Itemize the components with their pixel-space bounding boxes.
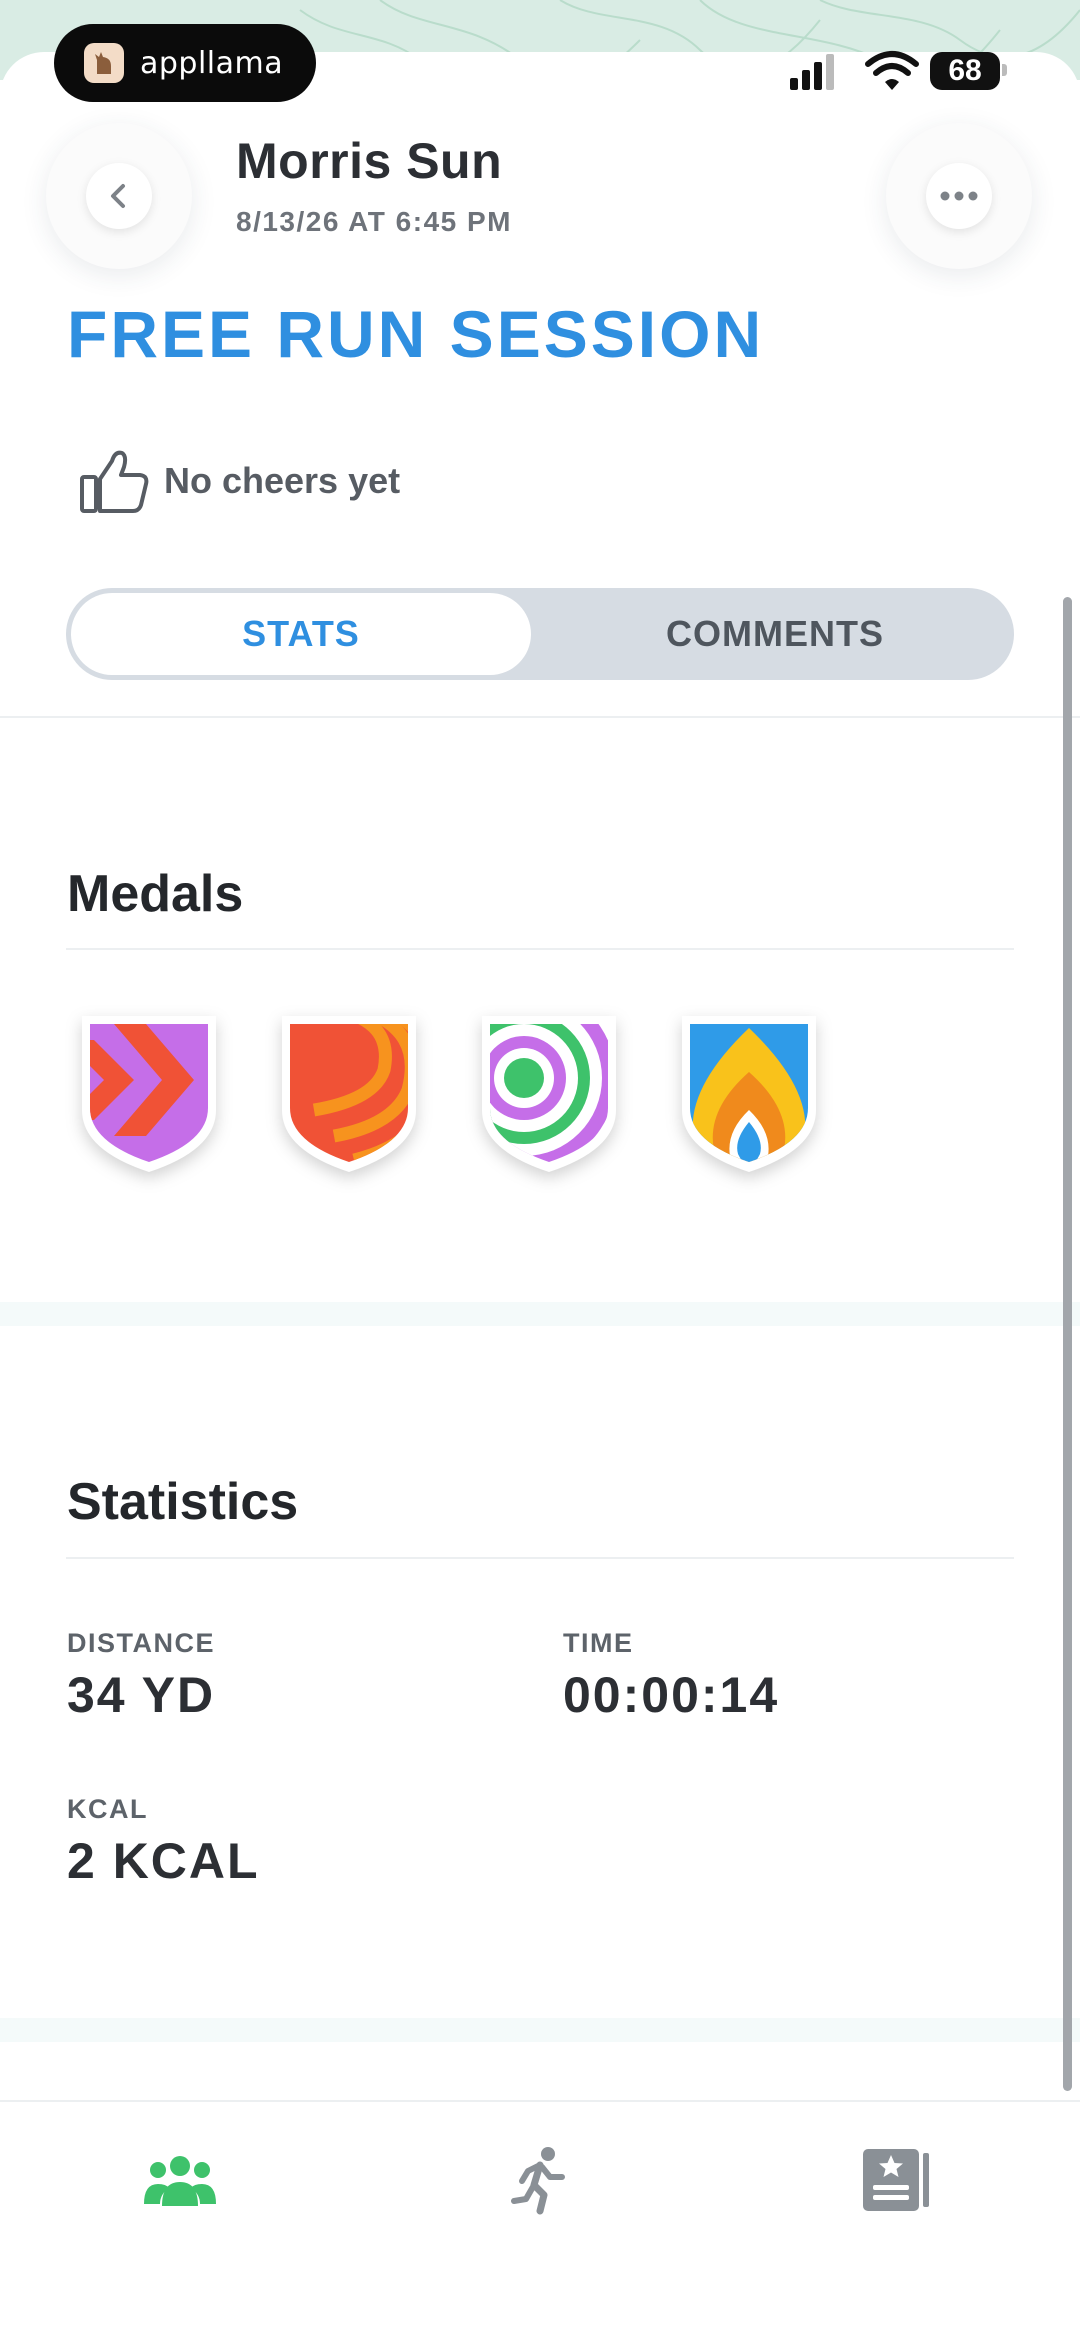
time-label: TIME xyxy=(563,1628,634,1658)
statistics-divider xyxy=(66,1557,1014,1559)
community-tab[interactable] xyxy=(135,2135,225,2225)
status-icons: 68 xyxy=(788,50,1008,94)
stats-comments-segmented-control: STATS COMMENTS xyxy=(66,588,1014,680)
wifi-icon xyxy=(865,51,919,90)
kcal-label: KCAL xyxy=(67,1794,148,1824)
llama-logo-icon xyxy=(84,43,124,83)
tab-comments[interactable]: COMMENTS xyxy=(540,593,1010,675)
people-icon xyxy=(144,2156,216,2206)
tab-bar-divider xyxy=(0,2100,1080,2102)
user-name[interactable]: Morris Sun xyxy=(236,132,502,190)
scrollbar[interactable] xyxy=(1063,597,1072,2091)
medals-heading: Medals xyxy=(67,865,244,923)
battery-indicator: 68 xyxy=(930,52,1000,90)
kcal-value: 2 KCAL xyxy=(67,1833,260,1889)
more-options-button[interactable] xyxy=(886,123,1032,269)
app-indicator-pill: appllama xyxy=(54,24,316,102)
thumbs-up-icon xyxy=(80,450,149,513)
distance-label: DISTANCE xyxy=(67,1628,216,1658)
cheers-label: No cheers yet xyxy=(164,460,401,501)
tab-stats[interactable]: STATS xyxy=(71,593,531,675)
section-separator xyxy=(0,2018,1080,2042)
detail-sheet xyxy=(0,52,1080,2337)
journal-tab[interactable] xyxy=(852,2135,942,2225)
ellipsis-icon xyxy=(940,191,978,201)
journal-star-icon xyxy=(863,2149,929,2211)
flame-medal-icon[interactable] xyxy=(674,1010,824,1178)
section-separator xyxy=(0,1302,1080,1326)
statistics-heading: Statistics xyxy=(67,1473,299,1531)
medals-divider xyxy=(66,948,1014,950)
session-datetime: 8/13/26 AT 6:45 PM xyxy=(236,206,513,237)
battery-tip xyxy=(1002,64,1007,76)
cheer-button[interactable]: No cheers yet xyxy=(78,446,400,516)
chevron-left-icon xyxy=(111,184,125,208)
distance-value: 34 YD xyxy=(67,1667,216,1723)
header-divider xyxy=(0,716,1080,718)
session-title: FREE RUN SESSION xyxy=(67,297,765,371)
stripes-medal-icon[interactable] xyxy=(274,1010,424,1178)
signal-icon xyxy=(790,54,834,90)
run-tab[interactable] xyxy=(495,2135,585,2225)
target-medal-icon[interactable] xyxy=(474,1010,624,1178)
back-button[interactable] xyxy=(46,123,192,269)
chevron-medal-icon[interactable] xyxy=(74,1010,224,1178)
runner-icon xyxy=(511,2147,565,2215)
time-value: 00:00:14 xyxy=(563,1667,780,1723)
app-name: appllama xyxy=(140,45,284,81)
bottom-tab-bar xyxy=(0,2100,1080,2337)
